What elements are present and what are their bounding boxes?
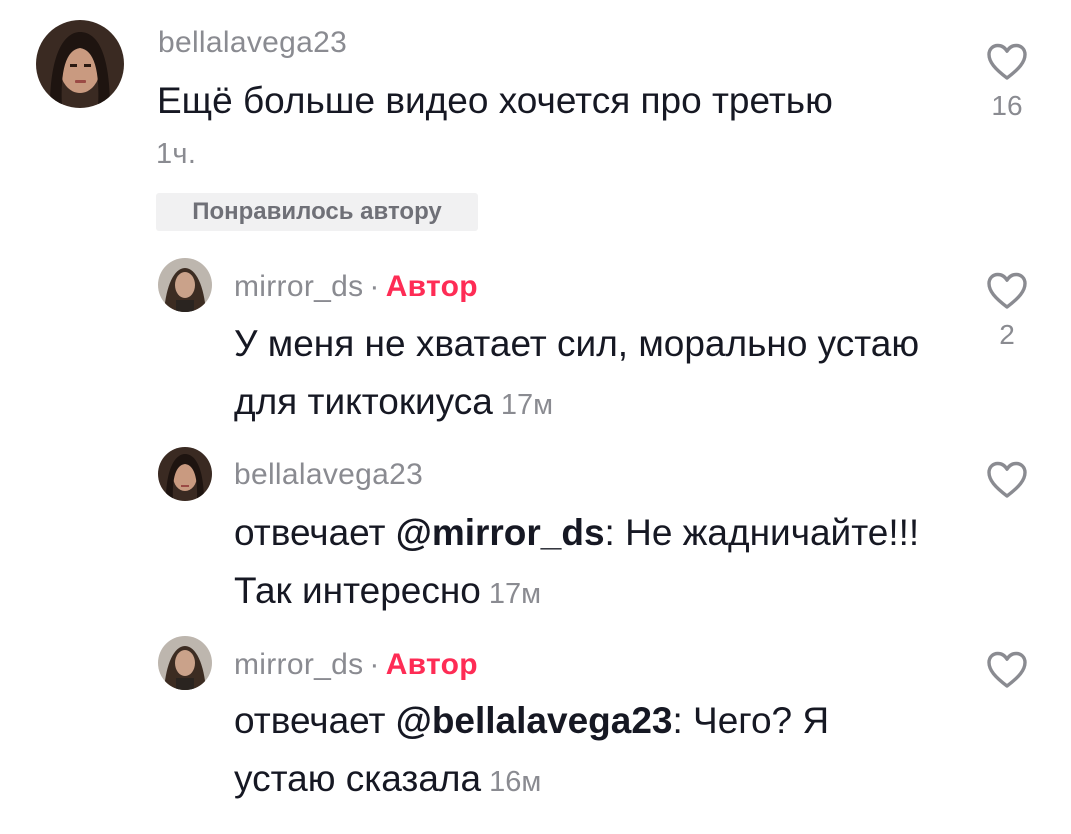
avatar[interactable] <box>158 447 212 501</box>
mention-link[interactable]: @bellalavega23 <box>396 700 673 741</box>
like-button[interactable]: 2 <box>982 271 1032 351</box>
reply-prefix: отвечает <box>234 700 396 741</box>
reply-author-name[interactable]: mirror_ds <box>234 648 363 681</box>
liked-by-creator-badge: Понравилось автору <box>156 193 478 231</box>
like-count: 16 <box>991 90 1023 121</box>
reply-username[interactable]: bellalavega23 <box>234 458 423 492</box>
reply-author-name[interactable]: mirror_ds <box>234 270 363 303</box>
like-button[interactable]: 16 <box>982 42 1032 122</box>
reply-time: 17м <box>488 578 542 610</box>
author-label: Автор <box>385 270 478 303</box>
reply-time: 16м <box>489 766 542 798</box>
separator: · <box>369 648 380 681</box>
comment-body: Ещё больше видео хочется про третью <box>157 80 833 121</box>
reply-body: У меня не хватает сил, морально устаю дл… <box>234 323 920 422</box>
reply-text: отвечает @bellalavega23: Чего? Я устаю с… <box>234 692 934 811</box>
like-button[interactable] <box>982 650 1032 690</box>
like-button[interactable] <box>982 460 1032 500</box>
heart-outline-icon <box>987 461 1027 498</box>
reply-text: отвечает @mirror_ds: Не жадничайте!!! Та… <box>234 504 934 623</box>
reply-username: mirror_ds · Автор <box>234 270 478 304</box>
heart-outline-icon <box>987 43 1027 80</box>
avatar[interactable] <box>158 258 212 312</box>
heart-outline-icon <box>987 651 1027 688</box>
comment-username[interactable]: bellalavega23 <box>158 26 347 60</box>
reply-text: У меня не хватает сил, морально устаю дл… <box>234 315 934 434</box>
separator: · <box>369 270 380 303</box>
like-count: 2 <box>999 319 1015 350</box>
heart-outline-icon <box>987 272 1027 309</box>
comment-text: Ещё больше видео хочется про третью <box>157 72 947 130</box>
avatar[interactable] <box>36 20 124 108</box>
author-label: Автор <box>385 648 478 681</box>
avatar[interactable] <box>158 636 212 690</box>
comment-time: 1ч. <box>156 138 197 170</box>
reply-prefix: отвечает <box>234 512 396 553</box>
reply-username: mirror_ds · Автор <box>234 648 478 682</box>
mention-link[interactable]: @mirror_ds <box>396 512 605 553</box>
reply-time: 17м <box>500 389 554 421</box>
